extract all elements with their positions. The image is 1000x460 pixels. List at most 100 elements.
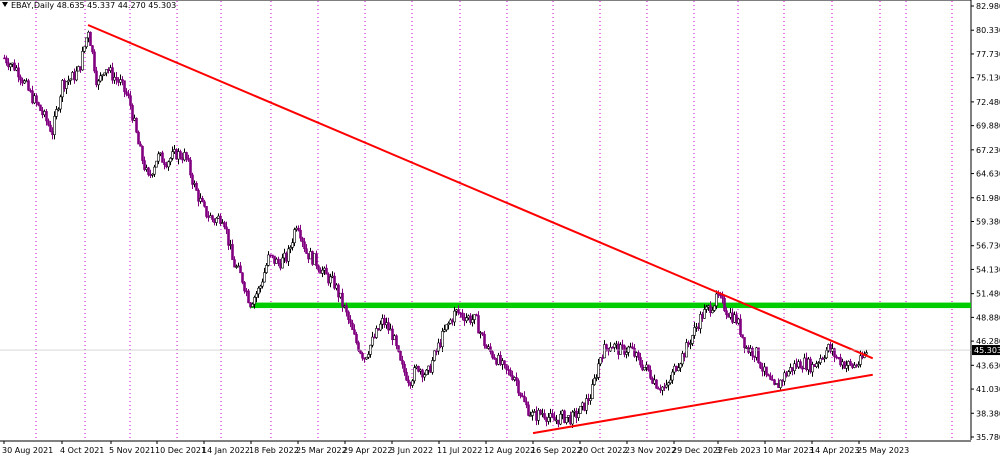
- candle-body: [299, 229, 302, 239]
- candle-body: [291, 242, 294, 248]
- x-tick-label: 20 Oct 2022: [578, 446, 627, 455]
- candle-body: [71, 72, 74, 80]
- candle-body: [263, 272, 266, 283]
- candle-body: [119, 79, 122, 83]
- candle-body: [87, 31, 90, 39]
- candle-body: [169, 158, 172, 163]
- x-tick-label: 14 Jan 2022: [202, 446, 250, 455]
- candle-body: [53, 116, 56, 135]
- candle-body: [525, 401, 528, 406]
- candle-body: [769, 375, 772, 380]
- chart-canvas[interactable]: 82.980 80.330 77.730 75.130 72.480 69.880 67.2…: [0, 0, 1000, 456]
- candle-body: [237, 265, 240, 268]
- candle-body: [679, 363, 682, 369]
- candle-body: [37, 102, 40, 106]
- candle-body: [347, 311, 350, 320]
- candle-body: [73, 72, 76, 81]
- candle-body: [121, 79, 124, 82]
- candle-body: [245, 290, 248, 293]
- candle-body: [751, 348, 754, 357]
- candle-body: [83, 46, 86, 52]
- candle-body: [379, 323, 382, 331]
- candle-body: [517, 380, 520, 394]
- candle-body: [315, 253, 318, 267]
- y-tick-label: 48.880: [976, 313, 1000, 322]
- candle-body: [109, 67, 112, 71]
- x-tick-label: 29 Apr 2022: [343, 446, 392, 455]
- candle-body: [99, 75, 102, 82]
- candle-body: [571, 411, 574, 425]
- candle-body: [477, 315, 480, 334]
- candle-body: [195, 182, 198, 191]
- candle-body: [643, 367, 646, 371]
- symbol-dropdown-icon[interactable]: [2, 2, 8, 7]
- y-tick-label: 51.480: [976, 290, 1000, 299]
- candle-body: [91, 45, 94, 53]
- candle-body: [63, 80, 66, 89]
- candle-body: [127, 93, 130, 97]
- candle-body: [293, 229, 296, 244]
- candle-body: [303, 241, 306, 249]
- candle-body: [453, 310, 456, 323]
- candle-body: [173, 149, 176, 153]
- x-tick-label: 3 Jun 2022: [390, 446, 433, 455]
- candle-body: [577, 413, 580, 418]
- candle-body: [639, 357, 642, 366]
- candle-body: [219, 215, 222, 224]
- candle-body: [691, 335, 694, 344]
- resistance-zone: [249, 302, 971, 309]
- candle-body: [117, 79, 120, 83]
- candle-body: [67, 80, 70, 83]
- candle-body: [491, 351, 494, 358]
- candle-body: [267, 254, 270, 266]
- candle-body: [135, 117, 138, 133]
- candle-body: [209, 215, 212, 218]
- candle-body: [77, 66, 80, 72]
- candle-body: [35, 95, 38, 103]
- candle-body: [401, 359, 404, 365]
- x-tick-label: 16 Sep 2022: [531, 446, 582, 455]
- candle-body: [655, 379, 658, 389]
- candle-body: [505, 364, 508, 370]
- candle-body: [715, 293, 718, 307]
- candle-body: [5, 57, 8, 64]
- chart-header: EBAY,Daily 48.635 45.337 44.270 45.303: [2, 1, 176, 10]
- candle-body: [619, 344, 622, 355]
- candle-body: [145, 167, 148, 170]
- candle-body: [27, 80, 30, 91]
- candle-body: [471, 319, 474, 323]
- candle-body: [725, 310, 728, 315]
- candle-body: [227, 228, 230, 246]
- candle-body: [547, 417, 550, 422]
- candle-body: [743, 337, 746, 349]
- candle-body: [277, 258, 280, 264]
- candle-body: [591, 384, 594, 399]
- candle-body: [19, 76, 22, 81]
- candle-body: [825, 350, 828, 359]
- candle-body: [131, 105, 134, 121]
- descending-trendline[interactable]: [87, 24, 874, 360]
- candle-body: [527, 404, 530, 416]
- price-chart[interactable]: 82.980 80.330 77.730 75.130 72.480 69.880 67.2…: [0, 0, 1000, 456]
- x-tick-label: 3 Feb 2023: [716, 446, 761, 455]
- candle-body: [593, 378, 596, 385]
- candle-body: [243, 282, 246, 292]
- candle-body: [711, 310, 714, 314]
- candle-body: [407, 379, 410, 384]
- y-tick-label: 61.980: [976, 194, 1000, 203]
- x-tick-label: 25 May 2023: [857, 446, 909, 455]
- candle-body: [359, 350, 362, 354]
- candle-body: [129, 95, 132, 106]
- candle-body: [465, 317, 468, 322]
- y-tick-label: 75.130: [976, 74, 1000, 83]
- candle-body: [355, 333, 358, 343]
- candle-body: [605, 344, 608, 349]
- candle-body: [113, 76, 116, 81]
- candle-body: [167, 161, 170, 168]
- candle-body: [89, 31, 92, 46]
- candle-body: [213, 219, 216, 223]
- candle-body: [3, 57, 6, 60]
- candle-body: [405, 371, 408, 381]
- candle-body: [361, 352, 364, 359]
- candle-body: [759, 362, 762, 369]
